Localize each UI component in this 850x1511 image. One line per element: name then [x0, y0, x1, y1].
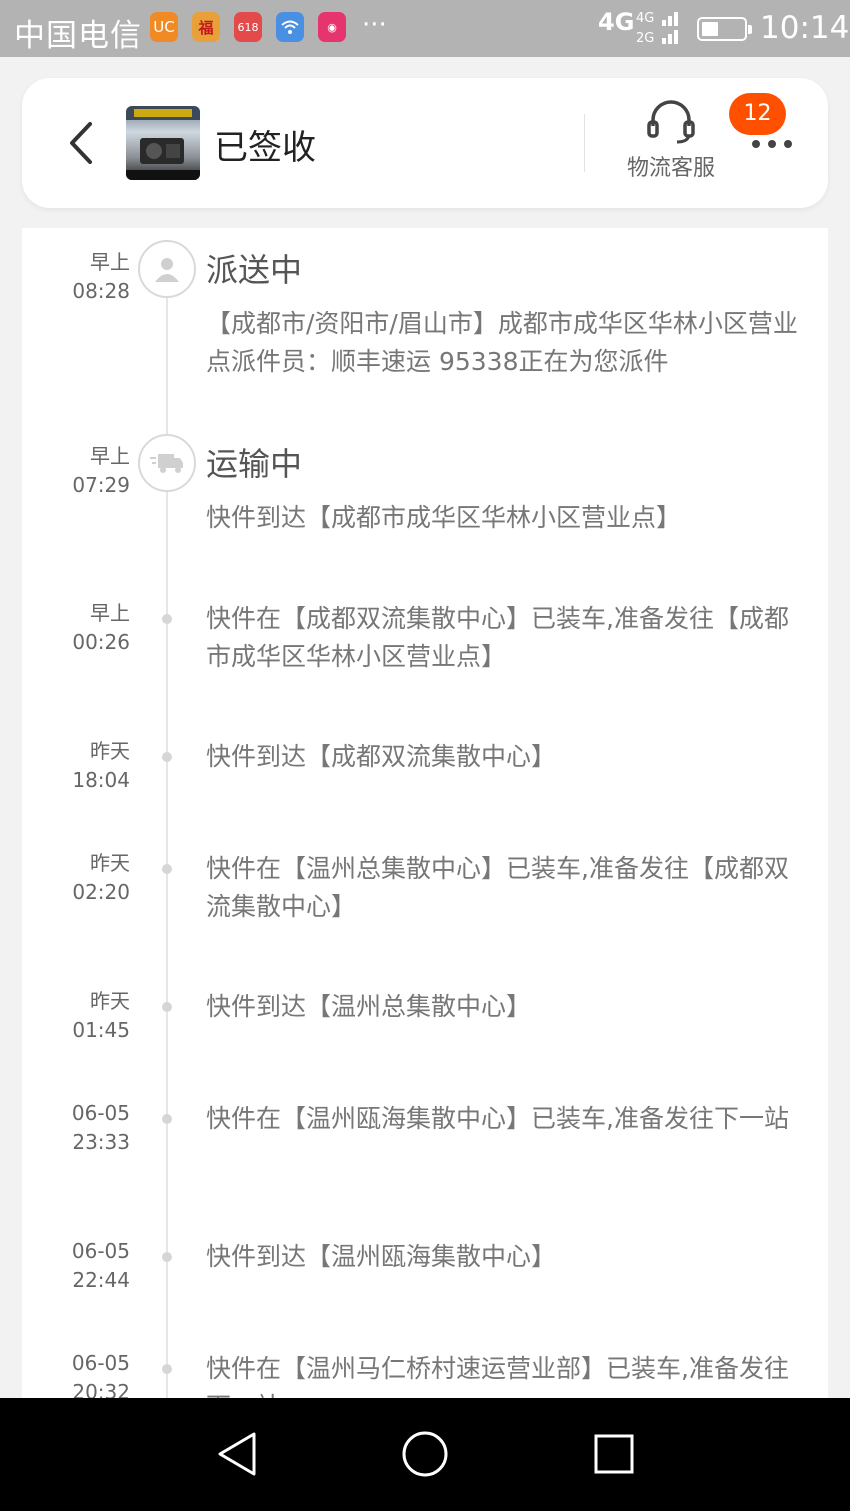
event-day: 昨天 — [90, 851, 130, 875]
event-time: 20:32 — [72, 1380, 130, 1398]
event-description: 快件到达【温州瓯海集散中心】 — [206, 1242, 557, 1271]
event-time: 18:04 — [72, 768, 130, 792]
event-title: 派送中 — [206, 251, 303, 289]
event-time: 07:29 — [72, 473, 130, 497]
event-description: 快件在【温州瓯海集散中心】已装车,准备发往下一站 — [206, 1104, 789, 1133]
618-icon: 618 — [234, 12, 262, 42]
nav-home-icon[interactable] — [397, 1426, 453, 1482]
headset-icon — [647, 100, 695, 144]
event-day: 昨天 — [90, 739, 130, 763]
event-time: 00:26 — [72, 630, 130, 654]
fu-icon: 福 — [192, 12, 220, 42]
nav-recents-icon[interactable] — [586, 1426, 642, 1482]
signal-strength-icon: 4G 2G — [636, 11, 678, 46]
header-divider — [584, 114, 585, 172]
more-notifications-icon: ··· — [362, 10, 387, 40]
event-day: 昨天 — [90, 989, 130, 1013]
event-description: 快件到达【温州总集散中心】 — [206, 992, 532, 1021]
customer-service-button[interactable]: 物流客服 — [616, 98, 726, 188]
back-button[interactable] — [62, 118, 102, 168]
clock: 10:14 — [760, 10, 850, 46]
logistics-timeline: 早上 08:28 派送中 【成都市/资阳市/眉山市】成都市成华区华林小区营业点派… — [22, 228, 828, 1398]
event-day: 06-05 — [71, 1239, 130, 1263]
battery-icon — [697, 17, 752, 41]
event-day: 早上 — [90, 444, 130, 468]
product-image-icon — [126, 106, 200, 180]
timeline-dot — [162, 1252, 172, 1262]
customer-service-label: 物流客服 — [626, 156, 715, 181]
event-title: 运输中 — [206, 445, 303, 483]
notification-icons: UC 福 618 ◉ — [150, 12, 346, 42]
message-count-badge: 12 — [729, 93, 786, 135]
event-time: 08:28 — [72, 279, 130, 303]
event-description: 快件到达【成都双流集散中心】 — [206, 742, 557, 771]
timeline-dot — [162, 864, 172, 874]
timeline-dot — [162, 614, 172, 624]
event-time: 01:45 — [72, 1018, 130, 1042]
delivery-truck-icon — [138, 434, 196, 492]
courier-person-icon — [138, 240, 196, 298]
event-time: 23:33 — [72, 1130, 130, 1154]
event-day: 06-05 — [71, 1101, 130, 1125]
event-description: 【成都市/资阳市/眉山市】成都市成华区华林小区营业点派件员：顺丰速运 95338… — [206, 309, 798, 376]
event-description: 快件在【温州马仁桥村速运营业部】已装车,准备发往下一站 — [206, 1354, 789, 1398]
event-time: 02:20 — [72, 880, 130, 904]
event-description: 快件到达【成都市成华区华林小区营业点】 — [206, 503, 682, 532]
timeline-dot — [162, 1364, 172, 1374]
nav-back-icon[interactable] — [210, 1426, 266, 1482]
event-description: 快件在【温州总集散中心】已装车,准备发往【成都双流集散中心】 — [206, 854, 789, 921]
event-day: 早上 — [90, 601, 130, 625]
event-description: 快件在【成都双流集散中心】已装车,准备发往【成都市成华区华林小区营业点】 — [206, 604, 789, 671]
uc-browser-icon: UC — [150, 12, 178, 42]
system-navigation-bar — [0, 1398, 850, 1511]
timeline-dot — [162, 1114, 172, 1124]
wifi-app-icon — [276, 12, 304, 42]
event-day: 06-05 — [71, 1351, 130, 1375]
more-dots-icon — [752, 140, 792, 148]
svg-text:4G: 4G — [636, 11, 654, 26]
shop-app-icon: ◉ — [318, 12, 346, 42]
status-bar: 中国电信 UC 福 618 ◉ ··· 4G 4G 2G 10:14 — [0, 0, 850, 57]
svg-text:2G: 2G — [636, 31, 654, 46]
delivery-status-title: 已签收 — [214, 128, 316, 168]
carrier-name: 中国电信 — [14, 18, 142, 54]
header-card: 已签收 物流客服 — [22, 78, 828, 208]
timeline-dot — [162, 1002, 172, 1012]
event-time: 22:44 — [72, 1268, 130, 1292]
event-day: 早上 — [90, 250, 130, 274]
product-thumbnail[interactable] — [126, 106, 200, 180]
network-type: 4G — [598, 8, 635, 36]
timeline-dot — [162, 752, 172, 762]
